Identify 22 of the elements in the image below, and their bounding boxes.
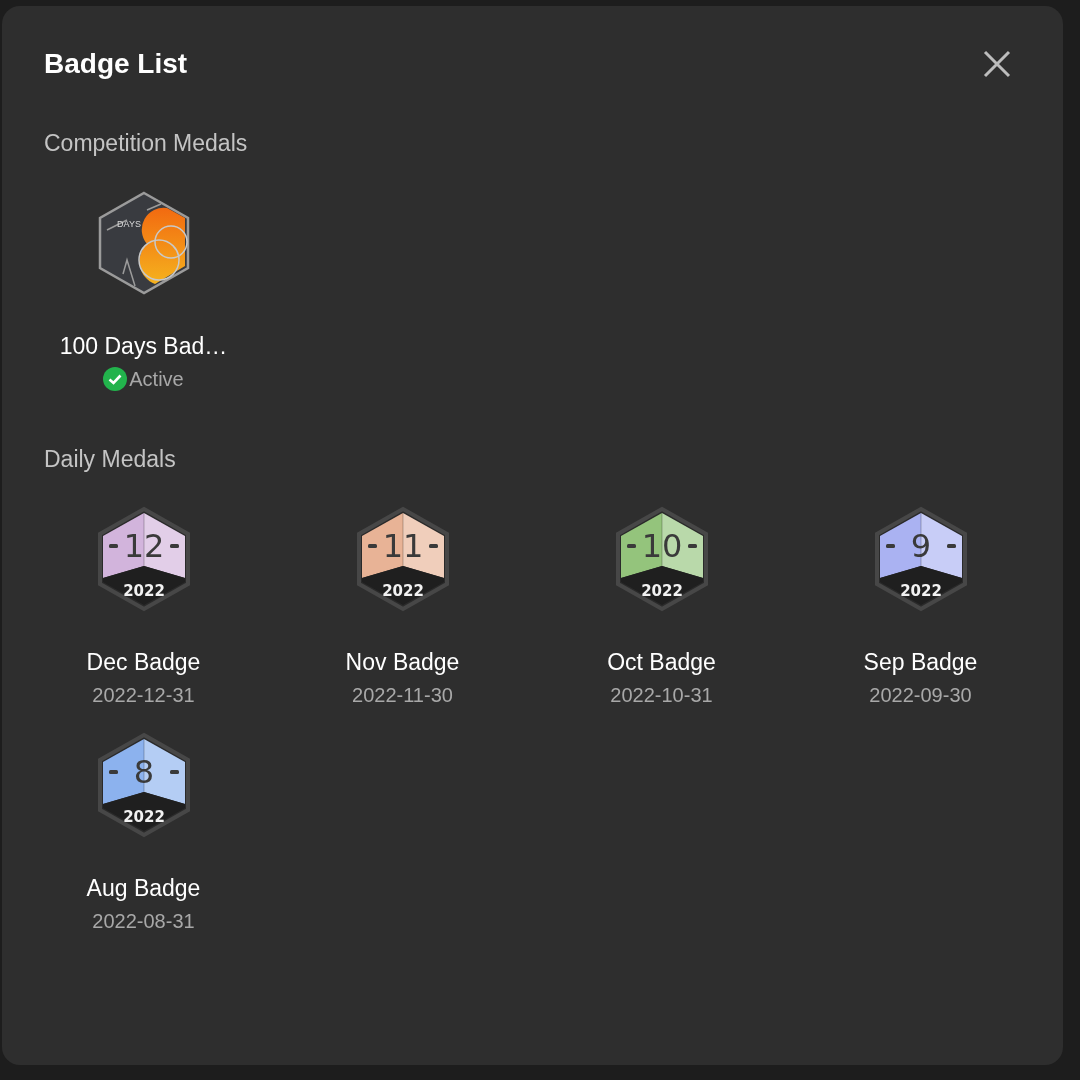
badge-name: Oct Badge (607, 648, 716, 676)
badge-name: Nov Badge (345, 648, 460, 676)
close-icon (983, 50, 1011, 78)
badge-date: 2022-11-30 (352, 683, 453, 708)
status-label: Active (129, 367, 184, 392)
badge-name: Aug Badge (86, 874, 201, 902)
badge-name: Sep Badge (863, 648, 978, 676)
badge-name: 100 Days Bad… (59, 332, 228, 360)
section-heading: Competition Medals (43, 129, 249, 158)
badge-date: 2022-08-31 (92, 909, 195, 934)
badge-name: Dec Badge (86, 648, 201, 676)
badge-date: 2022-12-31 (92, 683, 195, 708)
month-badge-icon: 12 2022 (96, 506, 191, 612)
month-badge-icon: 10 2022 (614, 506, 709, 612)
dialog-title: Badge List (44, 48, 188, 80)
month-badge-icon: 11 2022 (355, 506, 450, 612)
month-badge-icon: 9 2022 (873, 506, 968, 612)
section-heading: Daily Medals (43, 445, 177, 474)
badge-date: 2022-09-30 (869, 683, 972, 708)
hundred-days-badge-icon: DAYS (96, 190, 191, 296)
month-badge-icon: 8 2022 (96, 732, 191, 838)
badge-date: 2022-10-31 (610, 683, 713, 708)
